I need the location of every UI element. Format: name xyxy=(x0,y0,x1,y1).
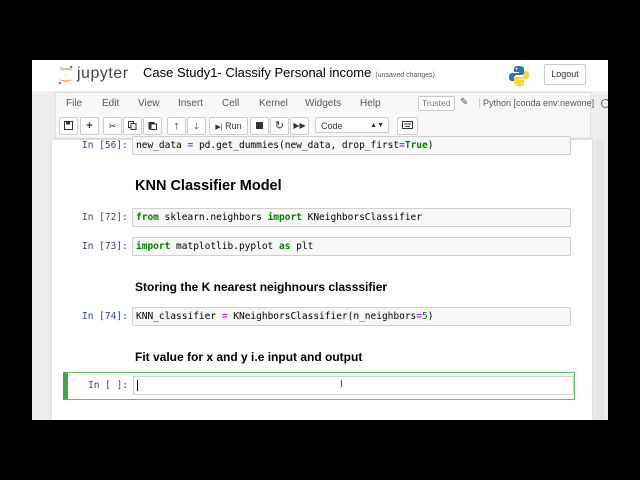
save-icon xyxy=(64,121,73,130)
notebook-page: In [56]: new_data = pd.get_dummies(new_d… xyxy=(52,136,592,420)
plus-icon: + xyxy=(86,120,93,132)
menu-insert[interactable]: Insert xyxy=(178,98,203,109)
code-token: plt xyxy=(290,241,314,252)
stop-icon xyxy=(256,122,263,129)
trusted-badge[interactable]: Trusted xyxy=(418,96,455,111)
step-forward-icon: ▶| xyxy=(215,124,223,131)
scissors-icon: ✂ xyxy=(108,121,117,131)
code-token: ) xyxy=(427,311,434,322)
paste-button[interactable] xyxy=(143,117,162,135)
copy-icon xyxy=(128,121,137,130)
command-palette-button[interactable] xyxy=(397,117,418,135)
cell-type-value: Code xyxy=(321,121,343,131)
fast-forward-icon: ▶▶ xyxy=(293,121,306,130)
menu-file[interactable]: File xyxy=(66,98,82,109)
menu-bar: File Edit View Insert Cell Kernel Widget… xyxy=(55,92,608,115)
copy-button[interactable] xyxy=(123,117,142,135)
run-label: Run xyxy=(225,121,242,131)
restart-run-all-button[interactable]: ▶▶ xyxy=(290,117,309,135)
jupyter-logo[interactable]: jupyter xyxy=(57,64,137,86)
code-token: from xyxy=(136,212,159,223)
code-input[interactable]: KNN_classifier = KNeighborsClassifier(n_… xyxy=(132,307,571,326)
code-token: import xyxy=(267,212,302,223)
restart-icon: ↻ xyxy=(274,120,285,132)
cell-prompt: In [72]: xyxy=(82,212,128,223)
code-token: KNeighborsClassifier(n_neighbors xyxy=(227,311,417,322)
code-input[interactable]: import matplotlib.pyplot as plt xyxy=(132,237,571,256)
selected-cell[interactable]: In [ ]: I xyxy=(63,372,575,400)
menu-help[interactable]: Help xyxy=(360,98,381,109)
paste-icon xyxy=(148,122,157,130)
code-token: new_data xyxy=(136,140,188,151)
code-input[interactable]: new_data = pd.get_dummies(new_data, drop… xyxy=(132,136,571,155)
code-token: as xyxy=(279,241,291,252)
page-scrollbar[interactable] xyxy=(596,140,604,420)
code-token: True xyxy=(404,140,428,151)
logo-text: jupyter xyxy=(77,65,129,82)
keyboard-icon xyxy=(402,121,413,129)
notebook-name[interactable]: Case Study1- Classify Personal income xyxy=(143,65,371,80)
mouse-ibeam-icon: I xyxy=(340,379,343,390)
cell-prompt: In [74]: xyxy=(82,311,128,322)
logout-button[interactable]: Logout xyxy=(544,64,586,85)
markdown-subheading: Storing the K nearest neighnours classsi… xyxy=(135,280,388,294)
code-token: ) xyxy=(427,140,434,151)
code-token: KNN_classifier xyxy=(136,311,222,322)
menu-view[interactable]: View xyxy=(138,98,160,109)
edit-pencil-icon[interactable]: ✎ xyxy=(460,97,468,108)
cell-prompt: In [ ]: xyxy=(88,380,129,391)
select-caret-icon: ▲▼ xyxy=(370,122,384,129)
code-input[interactable]: from sklearn.neighbors import KNeighbors… xyxy=(132,208,571,227)
markdown-subheading: Fit value for x and y i.e input and outp… xyxy=(135,350,363,364)
text-cursor xyxy=(137,380,138,391)
restart-button[interactable]: ↻ xyxy=(270,117,289,135)
cell-prompt: In [73]: xyxy=(82,241,128,252)
insert-cell-button[interactable]: + xyxy=(80,117,99,135)
python-logo-icon xyxy=(509,66,529,86)
kernel-name[interactable]: Python [conda env:newone] xyxy=(479,98,594,108)
notebook-title[interactable]: Case Study1- Classify Personal income (un… xyxy=(143,65,435,80)
header: jupyter Case Study1- Classify Personal i… xyxy=(32,60,608,91)
interrupt-button[interactable] xyxy=(250,117,269,135)
save-status: (unsaved changes) xyxy=(375,72,435,79)
cell-prompt: In [56]: xyxy=(82,140,128,151)
menu-edit[interactable]: Edit xyxy=(102,98,119,109)
active-code-input[interactable] xyxy=(133,376,574,395)
code-token: matplotlib.pyplot xyxy=(170,241,279,252)
arrow-up-icon: 🡑 xyxy=(174,121,179,131)
jupyter-logo-icon xyxy=(58,65,73,85)
code-token: import xyxy=(136,241,171,252)
save-button[interactable] xyxy=(59,117,78,135)
markdown-heading: KNN Classifier Model xyxy=(135,178,282,194)
code-token: sklearn.neighbors xyxy=(158,212,268,223)
jupyter-window: jupyter Case Study1- Classify Personal i… xyxy=(32,60,608,420)
run-button[interactable]: ▶| Run xyxy=(209,117,248,135)
kernel-status-icon xyxy=(601,99,608,108)
arrow-down-icon: 🡓 xyxy=(194,121,199,131)
code-token: KNeighborsClassifier xyxy=(301,212,422,223)
menu-widgets[interactable]: Widgets xyxy=(305,98,341,109)
cut-button[interactable]: ✂ xyxy=(103,117,122,135)
cell-type-select[interactable]: Code ▲▼ xyxy=(315,117,389,133)
menu-kernel[interactable]: Kernel xyxy=(259,98,288,109)
code-token: pd.get_dummies(new_data, drop_first xyxy=(193,140,400,151)
move-up-button[interactable]: 🡑 xyxy=(167,117,186,135)
menu-cell[interactable]: Cell xyxy=(222,98,239,109)
move-down-button[interactable]: 🡓 xyxy=(187,117,206,135)
